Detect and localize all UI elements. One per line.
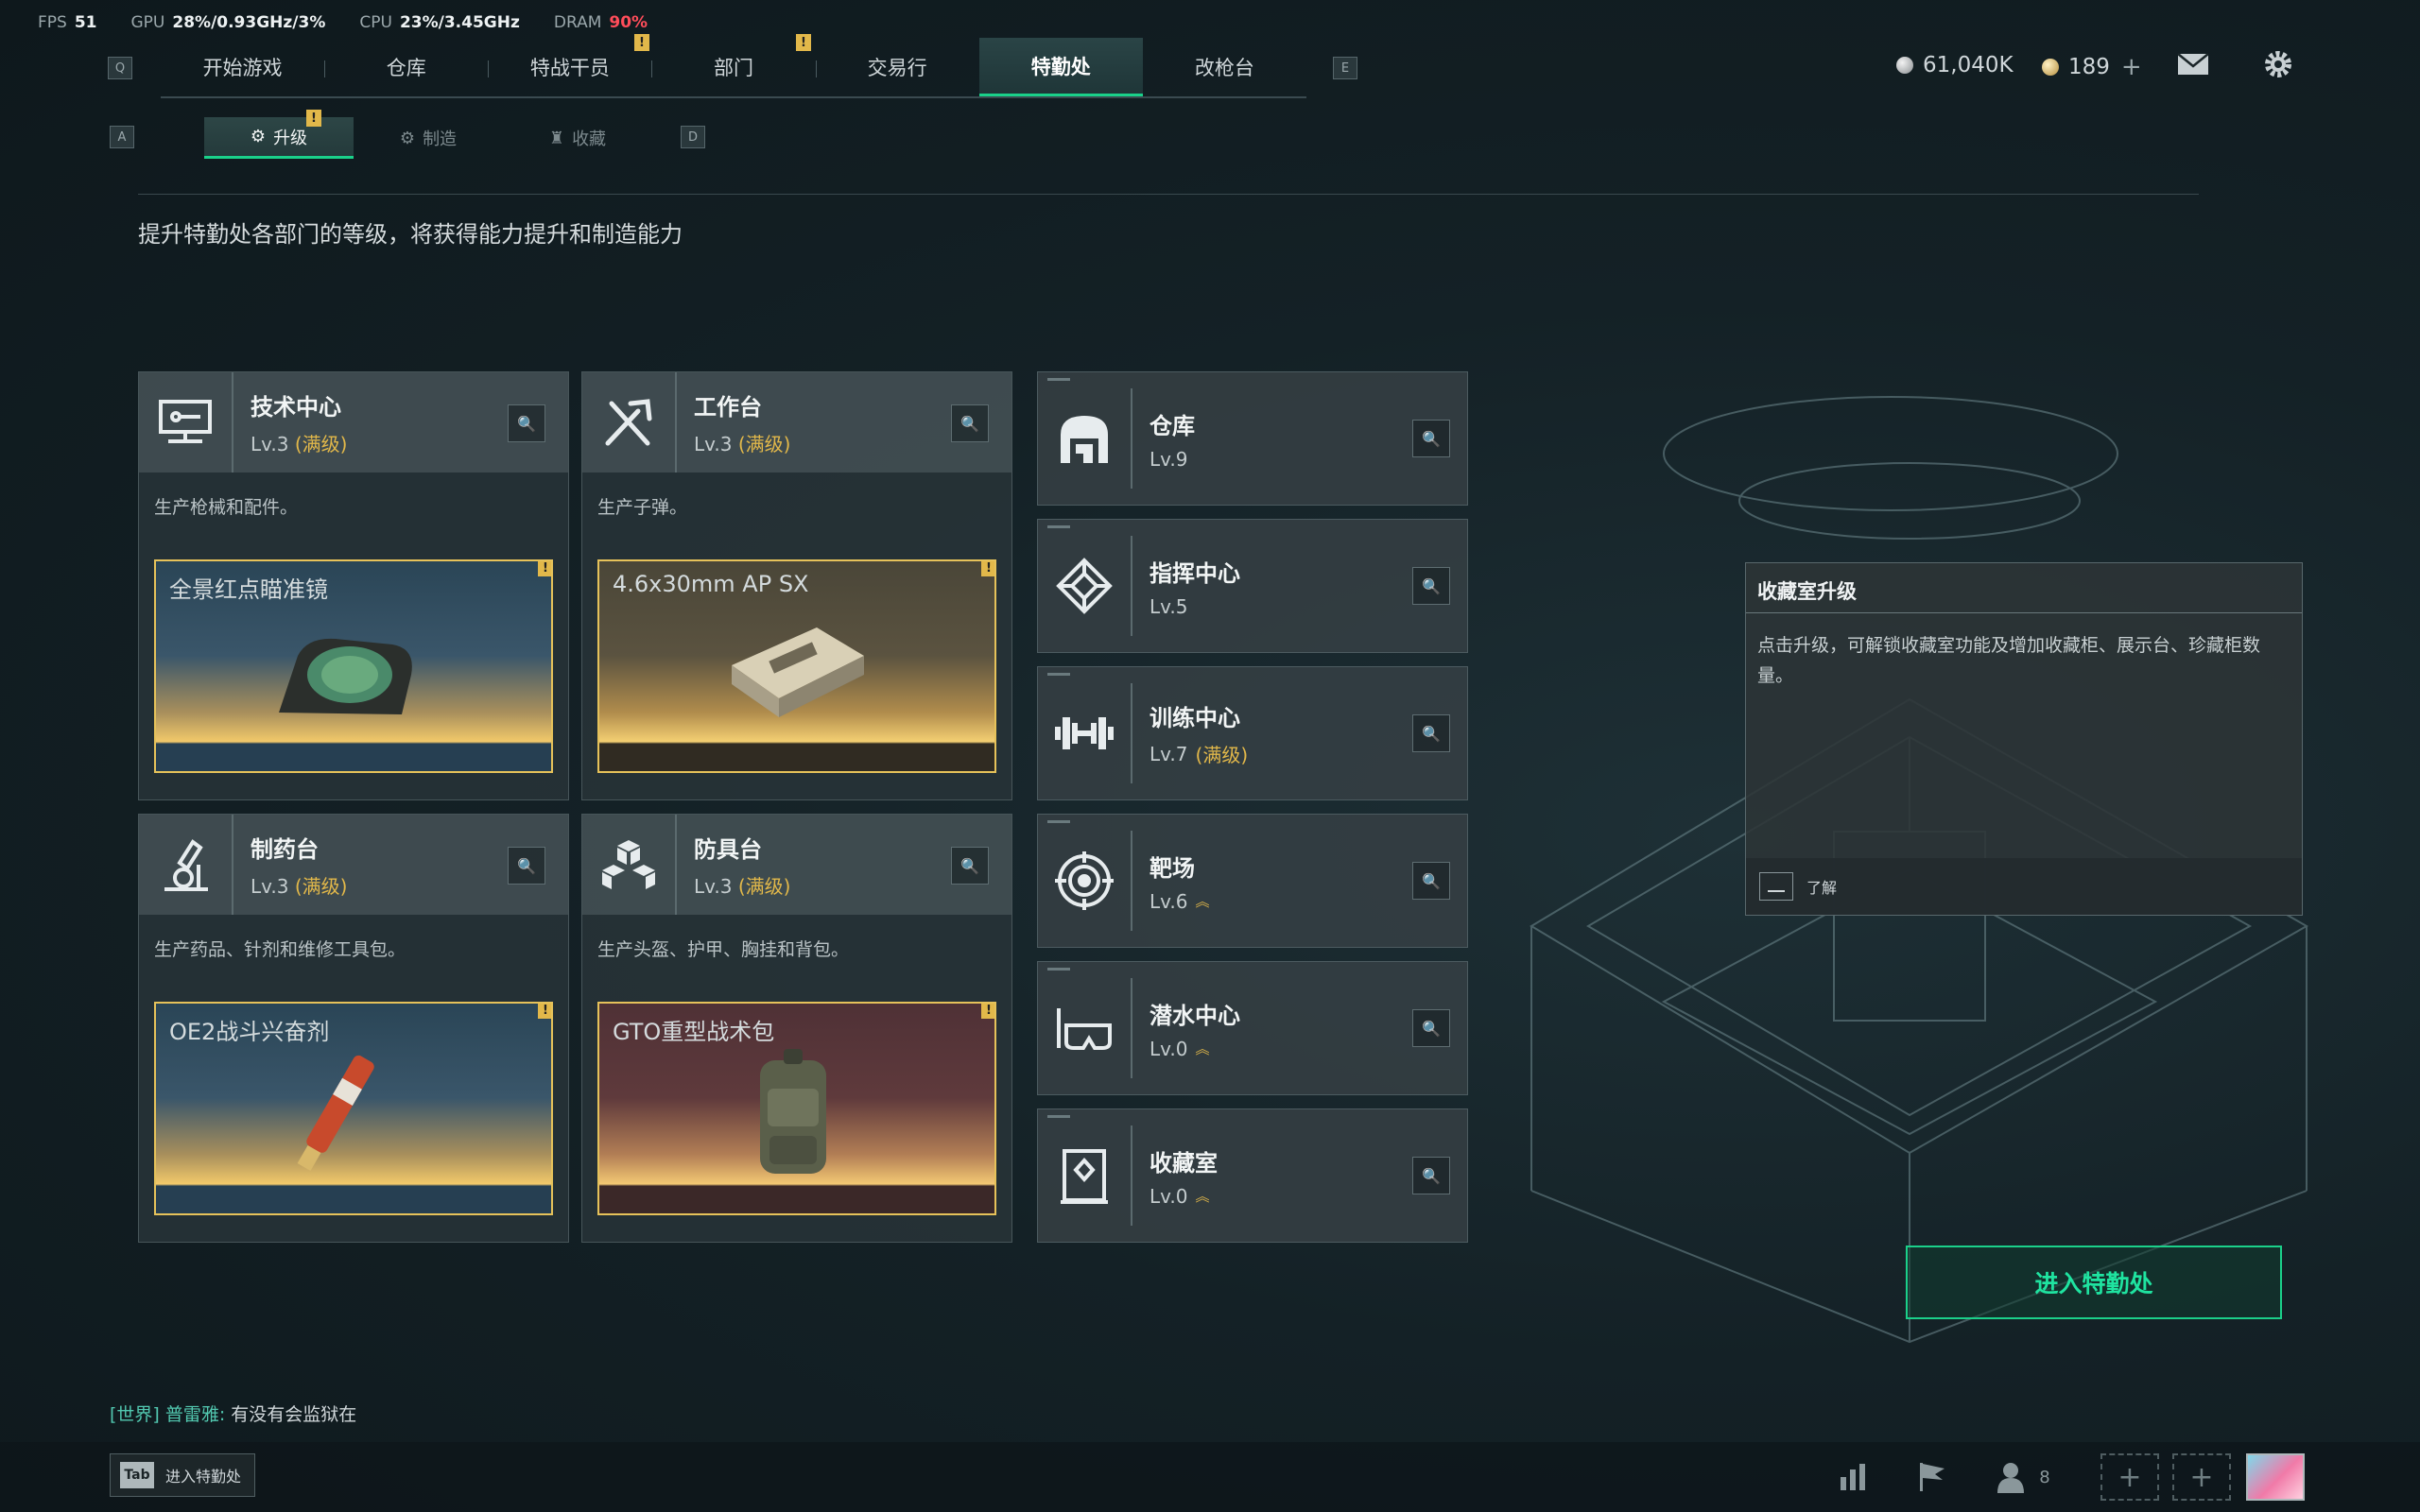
silver-coin-icon [1896, 57, 1913, 74]
subnav-next-key[interactable]: D [681, 126, 705, 148]
cpu-value: 23%/3.45GHz [399, 13, 520, 32]
tab-departments[interactable]: 部门 [651, 38, 815, 96]
diving-icon [1057, 1008, 1112, 1050]
inspect-search-icon[interactable]: 🔍 [1412, 714, 1450, 752]
subnav-prev-key[interactable]: A [110, 126, 134, 148]
mail-icon[interactable] [2176, 49, 2210, 79]
settings-gear-icon[interactable] [2261, 49, 2295, 79]
item-warning-badge: ! [981, 1004, 994, 1019]
tools-icon [605, 399, 652, 446]
dumbbell-icon [1055, 717, 1114, 749]
upgrade-available-icon: ︽ [1195, 1187, 1210, 1205]
tab-key: Tab [120, 1462, 154, 1488]
item-warning-badge: ! [538, 1004, 551, 1019]
nav-next-key[interactable]: E [1333, 57, 1357, 79]
dept-card-diving-center[interactable]: 潜水中心 Lv.0 ︽ 🔍 [1037, 961, 1468, 1095]
tab-shortcut-button[interactable]: Tab 进入特勤处 [110, 1453, 256, 1497]
dept-card-warehouse[interactable]: 仓库 Lv.9 🔍 [1037, 371, 1468, 506]
backpack-image [760, 1049, 826, 1174]
panel-title: 收藏室升级 [1746, 563, 2302, 613]
inspect-search-icon[interactable]: 🔍 [1412, 420, 1450, 457]
spacebar-key-icon [1759, 872, 1793, 901]
enter-special-ops-button[interactable]: 进入特勤处 [1906, 1246, 2282, 1319]
tab-start-game[interactable]: 开始游戏 [161, 38, 324, 96]
craft-item-slot[interactable]: OE2战斗兴奋剂 ! [154, 1002, 553, 1215]
tab-special-ops[interactable]: 特勤处 [978, 38, 1143, 96]
sub-nav: ⚙ 升级 ⚙ 制造 ♜ 收藏 [204, 117, 652, 159]
departments-warning-badge: ! [796, 34, 811, 51]
friends-icon [1997, 1463, 2025, 1493]
tab-operators[interactable]: 特战干员 [488, 38, 651, 96]
dept-card-armor-bench[interactable]: 防具台 Lv.3 (满级) 🔍 生产头盔、护甲、胸挂和背包。 GTO重型战术包 ! [581, 814, 1012, 1243]
warehouse-icon [1061, 416, 1108, 463]
main-nav: 开始游戏 仓库 特战干员 部门 交易行 特勤处 改枪台 [161, 38, 1306, 98]
team-slot-add-icon[interactable]: + [2172, 1453, 2231, 1501]
fps-value: 51 [74, 13, 97, 32]
operators-warning-badge: ! [634, 34, 649, 51]
upgrade-icon: ⚙ [250, 127, 267, 146]
upgrade-warning-badge: ! [306, 110, 321, 127]
inspect-search-icon[interactable]: 🔍 [1412, 1157, 1450, 1194]
dept-card-pharmacy[interactable]: 制药台 Lv.3 (满级) 🔍 生产药品、针剂和维修工具包。 OE2战斗兴奋剂 ! [138, 814, 569, 1243]
command-icon [1056, 558, 1113, 614]
collection-icon [1061, 1149, 1108, 1204]
subtab-collection[interactable]: ♜ 收藏 [503, 117, 652, 159]
dept-card-command-center[interactable]: 指挥中心 Lv.5 🔍 [1037, 519, 1468, 653]
world-chat-message[interactable]: [世界] 普雷雅: 有没有会监狱在 [110, 1400, 356, 1426]
bottom-bar [0, 1442, 2420, 1512]
flag-icon[interactable] [1902, 1453, 1961, 1501]
dept-card-training-center[interactable]: 训练中心 Lv.7 (满级) 🔍 [1037, 666, 1468, 800]
inspect-search-icon[interactable]: 🔍 [951, 847, 989, 885]
divider [138, 194, 2199, 195]
team-slot-add-icon[interactable]: + [2100, 1453, 2159, 1501]
dept-card-shooting-range[interactable]: 靶场 Lv.6 ︽ 🔍 [1037, 814, 1468, 948]
craft-item-slot[interactable]: GTO重型战术包 ! [597, 1002, 996, 1215]
craft-item-slot[interactable]: 全景红点瞄准镜 ! [154, 559, 553, 773]
gold-coin-icon [2042, 59, 2059, 76]
item-warning-badge: ! [538, 561, 551, 576]
stimulant-injector-image [297, 1055, 374, 1172]
collection-small-icon: ♜ [548, 128, 565, 148]
upgrade-info-panel: 收藏室升级 点击升级，可解锁收藏室功能及增加收藏柜、展示台、珍藏柜数量。 了解 [1745, 562, 2303, 916]
craft-item-slot[interactable]: 4.6x30mm AP SX ! [597, 559, 996, 773]
dram-value: 90% [609, 13, 648, 32]
tab-warehouse[interactable]: 仓库 [324, 38, 488, 96]
upgrade-available-icon: ︽ [1195, 892, 1210, 910]
dept-card-workbench[interactable]: 工作台 Lv.3 (满级) 🔍 生产子弹。 4.6x30mm AP SX ! [581, 371, 1012, 800]
learn-more-button[interactable]: 了解 [1746, 858, 2302, 915]
red-dot-sight-image [279, 638, 412, 714]
inspect-search-icon[interactable]: 🔍 [1412, 567, 1450, 605]
gold-currency[interactable]: 189 + [2042, 53, 2142, 81]
target-icon [1055, 851, 1114, 910]
inspect-search-icon[interactable]: 🔍 [1412, 1009, 1450, 1047]
cubes-icon [602, 840, 655, 889]
dept-card-collection-room[interactable]: 收藏室 Lv.0 ︽ 🔍 [1037, 1108, 1468, 1243]
nav-prev-key[interactable]: Q [108, 57, 132, 79]
craft-gear-icon: ⚙ [399, 128, 416, 148]
gpu-value: 28%/0.93GHz/3% [172, 13, 326, 32]
player-avatar[interactable] [2246, 1453, 2305, 1501]
tab-trading[interactable]: 交易行 [815, 38, 979, 96]
performance-overlay: FPS 51 GPU 28%/0.93GHz/3% CPU 23%/3.45GHz D… [38, 13, 648, 32]
inspect-search-icon[interactable]: 🔍 [508, 404, 545, 442]
item-warning-badge: ! [981, 561, 994, 576]
panel-body: 点击升级，可解锁收藏室功能及增加收藏柜、展示台、珍藏柜数量。 [1757, 635, 2261, 686]
tab-gunsmith[interactable]: 改枪台 [1143, 38, 1306, 96]
ammo-box-image [732, 627, 864, 717]
friends-button[interactable]: 8 [1995, 1453, 2053, 1501]
circuit-icon [159, 400, 212, 443]
inspect-search-icon[interactable]: 🔍 [951, 404, 989, 442]
silver-currency: 61,040K [1896, 53, 2014, 77]
page-description: 提升特勤处各部门的等级，将获得能力提升和制造能力 [138, 221, 683, 248]
upgrade-available-icon: ︽ [1195, 1040, 1210, 1057]
subtab-craft[interactable]: ⚙ 制造 [354, 117, 503, 159]
stats-chart-icon[interactable] [1824, 1453, 1883, 1501]
add-gold-icon[interactable]: + [2121, 53, 2142, 81]
inspect-search-icon[interactable]: 🔍 [508, 847, 545, 885]
inspect-search-icon[interactable]: 🔍 [1412, 862, 1450, 900]
dept-card-tech-center[interactable]: 技术中心 Lv.3 (满级) 🔍 生产枪械和配件。 全景红点瞄准镜 ! [138, 371, 569, 800]
subtab-upgrade[interactable]: ⚙ 升级 [204, 117, 354, 159]
microscope-icon [164, 839, 208, 891]
